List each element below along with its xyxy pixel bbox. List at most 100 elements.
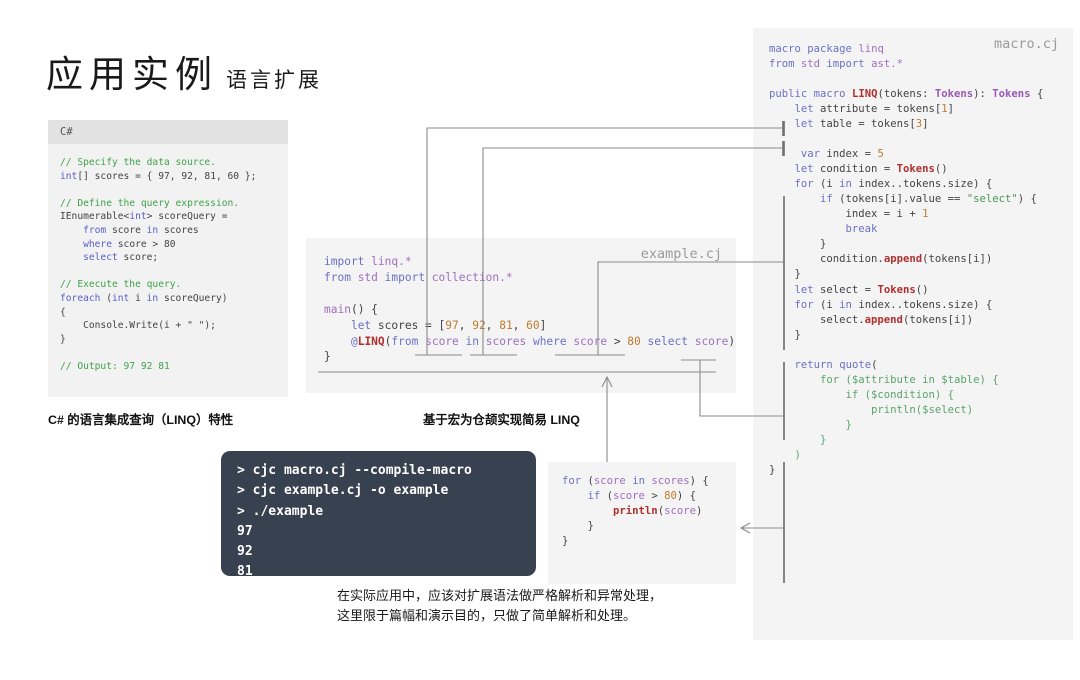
code-token: import <box>826 58 865 71</box>
code-token: } <box>324 350 331 364</box>
code-token: score <box>694 334 729 348</box>
code-line: int[] scores = { 97, 92, 81, 60 }; <box>60 170 278 184</box>
code-token: ) { <box>1017 193 1037 206</box>
code-token: Tokens <box>877 283 916 296</box>
code-line: condition.append(tokens[i]) <box>769 252 1073 267</box>
code-line: } <box>769 433 1073 448</box>
page-title: 应用实例 语言扩展 <box>46 44 322 98</box>
code-token: // Execute the query. <box>60 279 182 291</box>
code-token: from <box>83 225 107 237</box>
code-token: from <box>769 58 795 71</box>
code-token: ): <box>973 88 993 101</box>
code-line: foreach (int i in scoreQuery) <box>60 292 278 306</box>
code-token: ( <box>100 293 112 305</box>
macro-code-body: macro package linq from std import ast.* … <box>753 28 1073 478</box>
code-token: ] <box>947 103 954 116</box>
code-token: in <box>632 475 645 487</box>
code-line: for (score in scores) { <box>562 474 736 489</box>
code-token: (i <box>813 298 840 311</box>
code-line: let condition = Tokens() <box>769 162 1073 177</box>
code-token: macro <box>813 88 846 101</box>
code-token: ) <box>769 448 801 461</box>
code-token: ast.* <box>864 58 903 71</box>
code-line: select score; <box>60 251 278 265</box>
code-line: // Specify the data source. <box>60 156 278 170</box>
code-line: // Output: 97 92 81 <box>60 360 278 374</box>
macro-code-panel: macro.cj macro package linq from std impo… <box>753 28 1073 640</box>
code-token: score > 80 <box>112 238 176 250</box>
code-token: index..tokens.size) { <box>851 178 993 191</box>
code-token: score <box>613 490 645 503</box>
code-token: select <box>83 252 118 264</box>
code-token: (tokens[i]) <box>922 253 993 266</box>
code-token: condition = <box>813 163 897 176</box>
code-token: linq <box>851 43 884 55</box>
code-token: select = <box>813 283 878 296</box>
code-token: () { <box>350 302 378 316</box>
code-token: > <box>607 334 628 348</box>
code-token: (tokens[i]) <box>902 313 974 326</box>
code-token: score <box>425 334 459 348</box>
code-token: where <box>532 334 567 348</box>
code-token: package <box>807 43 852 55</box>
footnote-line-1: 在实际应用中，应该对扩展语法做严格解析和异常处理， <box>337 588 663 603</box>
expanded-code-body: for (score in scores) { if (score > 80) … <box>548 462 736 549</box>
code-token: if <box>820 193 833 206</box>
code-token: IEnumerable< <box>60 211 130 223</box>
code-token: break <box>845 223 878 236</box>
code-token: 81 <box>499 318 513 332</box>
code-line: for (i in index..tokens.size) { <box>769 298 1073 313</box>
code-line: let scores = [97, 92, 81, 60] <box>324 318 736 334</box>
code-line: let attribute = tokens[1] <box>769 102 1073 117</box>
terminal-window[interactable]: > cjc macro.cj --compile-macro > cjc exa… <box>221 451 536 579</box>
code-token: i <box>129 293 147 305</box>
code-token: } <box>769 268 801 281</box>
code-token: public <box>769 88 808 101</box>
code-token: "select" <box>966 193 1018 206</box>
code-token: } <box>60 333 66 345</box>
code-token: , <box>458 318 473 332</box>
code-token: select <box>647 334 688 348</box>
code-token: > scoreQuery = <box>146 211 228 223</box>
code-token: from <box>391 334 419 348</box>
code-token: Tokens <box>992 88 1031 101</box>
code-line: main() { <box>324 302 736 318</box>
code-token: ( <box>600 490 614 503</box>
code-line: } <box>562 534 736 549</box>
code-token: score <box>664 505 696 518</box>
code-line: if ($condition) { <box>769 388 1073 403</box>
code-line: ) <box>769 448 1073 463</box>
footnote: 在实际应用中，应该对扩展语法做严格解析和异常处理， 这里限于篇幅和演示目的，只做… <box>337 586 662 626</box>
code-token: score <box>106 225 147 237</box>
code-token: index = <box>820 148 878 161</box>
code-token: // Define the query expression. <box>60 197 240 209</box>
code-token: scores <box>651 475 690 487</box>
code-token: } <box>769 433 827 446</box>
code-token: collection.* <box>425 270 513 284</box>
code-token: 1 <box>922 208 929 221</box>
code-line: for (i in index..tokens.size) { <box>769 177 1073 192</box>
code-line: } <box>769 463 1073 478</box>
code-token: ) { <box>676 490 696 503</box>
code-line: @LINQ(from score in scores where score >… <box>324 334 736 350</box>
code-line: } <box>769 418 1073 433</box>
code-token: ) <box>695 505 703 518</box>
code-token: scores <box>485 334 527 348</box>
code-token: where <box>83 238 112 250</box>
terminal-line: > cjc macro.cj --compile-macro <box>237 463 472 478</box>
code-token: } <box>769 463 776 476</box>
code-token: index..tokens.size) { <box>851 298 993 311</box>
code-token: for <box>794 298 814 311</box>
code-token: let <box>794 163 814 176</box>
